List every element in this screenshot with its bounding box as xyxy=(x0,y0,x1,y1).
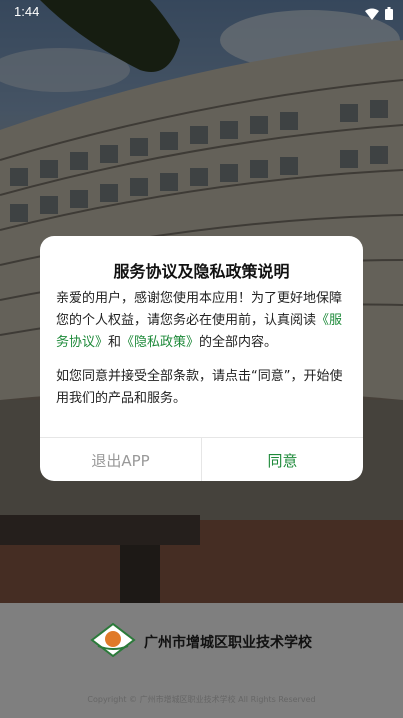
dialog-paragraph-1-suffix: 的全部内容。 xyxy=(199,335,278,350)
exit-app-button[interactable]: 退出APP xyxy=(40,438,202,481)
status-time: 1:44 xyxy=(14,4,40,19)
school-brand: 广州市增城区职业技术学校 xyxy=(90,622,312,662)
privacy-dialog: 服务协议及隐私政策说明 亲爱的用户，感谢您使用本应用！为了更好地保障您的个人权益… xyxy=(40,236,363,481)
school-name: 广州市增城区职业技术学校 xyxy=(144,635,312,651)
wifi-icon xyxy=(365,5,379,24)
dialog-body: 亲爱的用户，感谢您使用本应用！为了更好地保障您的个人权益，请您务必在使用前，认真… xyxy=(56,288,348,422)
dialog-title: 服务协议及隐私政策说明 xyxy=(113,262,290,281)
status-bar: 1:44 xyxy=(0,0,403,24)
battery-icon xyxy=(385,5,393,24)
and-text: 和 xyxy=(108,335,122,350)
agree-button[interactable]: 同意 xyxy=(202,438,363,481)
status-icons xyxy=(365,5,393,24)
privacy-policy-link[interactable]: 《隐私政策》 xyxy=(121,335,199,350)
dialog-paragraph-1-text: 亲爱的用户，感谢您使用本应用！为了更好地保障您的个人权益，请您务必在使用前，认真… xyxy=(56,291,343,328)
copyright-text: Copyright © 广州市增城区职业技术学校 All Rights Rese… xyxy=(87,695,316,704)
school-logo-icon xyxy=(90,622,136,662)
dialog-buttons: 退出APP 同意 xyxy=(40,437,363,481)
app-screen: 广州市增城区职业技术学校 Copyright © 广州市增城区职业技术学校 Al… xyxy=(0,0,403,718)
dialog-paragraph-2: 如您同意并接受全部条款，请点击“同意”，开始使用我们的产品和服务。 xyxy=(56,369,343,406)
dialog-paragraph-1: 亲爱的用户，感谢您使用本应用！为了更好地保障您的个人权益，请您务必在使用前，认真… xyxy=(56,288,348,354)
